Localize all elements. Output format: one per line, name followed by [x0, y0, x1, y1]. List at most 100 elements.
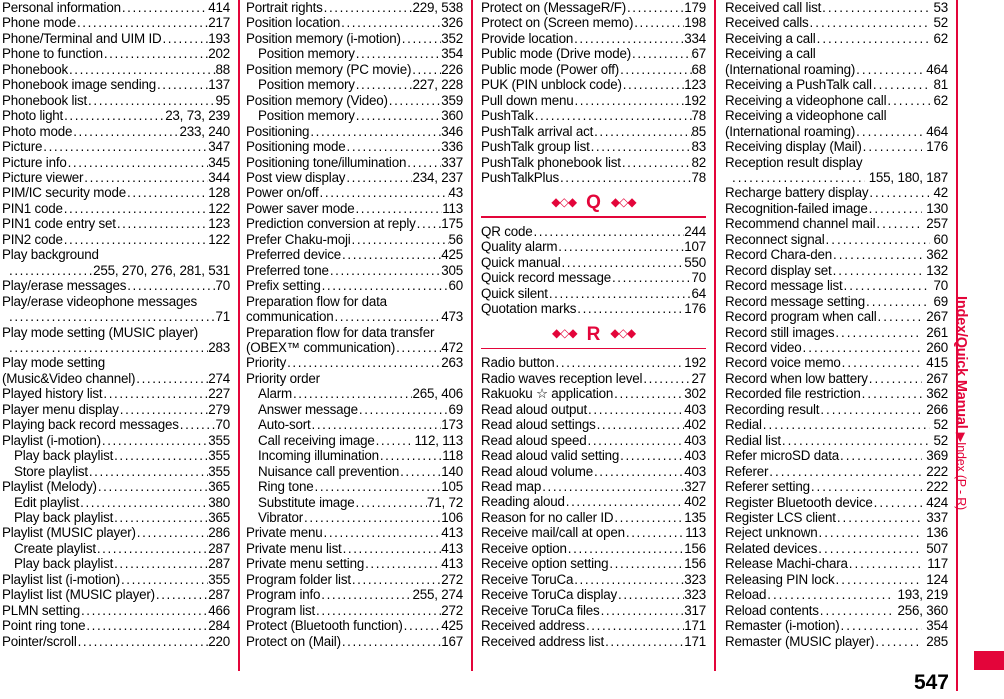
index-entry[interactable]: Private menu list.......................…: [246, 541, 463, 556]
index-entry[interactable]: Play back playlist......................…: [2, 510, 230, 525]
index-entry[interactable]: Redial list.............................…: [725, 433, 948, 448]
index-entry[interactable]: Position memory.........................…: [246, 46, 463, 61]
index-entry[interactable]: Positioning tone/illumination...........…: [246, 155, 463, 170]
index-entry[interactable]: Position memory.........................…: [246, 77, 463, 92]
index-entry[interactable]: Played history list.....................…: [2, 386, 230, 401]
index-entry[interactable]: Power on/off............................…: [246, 185, 463, 200]
index-entry[interactable]: Prediction conversion at reply..........…: [246, 216, 463, 231]
index-entry[interactable]: Release Machi-chara.....................…: [725, 556, 948, 571]
index-entry[interactable]: Quick silent............................…: [481, 286, 706, 301]
index-entry[interactable]: Position memory.........................…: [246, 108, 463, 123]
index-entry[interactable]: Read aloud valid setting................…: [481, 448, 706, 463]
index-entry[interactable]: Redial..................................…: [725, 417, 948, 432]
index-entry[interactable]: Ring tone...............................…: [246, 479, 463, 494]
index-entry[interactable]: Position memory (PC movie)..............…: [246, 62, 463, 77]
index-entry[interactable]: Record when low battery.................…: [725, 371, 948, 386]
index-entry[interactable]: Phonebook list..........................…: [2, 93, 230, 108]
index-entry[interactable]: Prefer Chaku-moji.......................…: [246, 232, 463, 247]
index-entry[interactable]: Record message setting..................…: [725, 294, 948, 309]
index-entry[interactable]: Reconnect signal........................…: [725, 232, 948, 247]
index-entry[interactable]: Photo light.............................…: [2, 108, 230, 123]
index-entry[interactable]: (OBEX™ communication)...................…: [246, 340, 463, 355]
index-entry[interactable]: Recommend channel mail..................…: [725, 216, 948, 231]
index-entry[interactable]: PushTalk phonebook list.................…: [481, 155, 706, 170]
index-entry[interactable]: Picture info............................…: [2, 155, 230, 170]
index-entry[interactable]: Reject unknown..........................…: [725, 525, 948, 540]
index-entry[interactable]: Received calls..........................…: [725, 15, 948, 30]
index-entry[interactable]: Receiving a videophone call.............…: [725, 93, 948, 108]
index-entry[interactable]: Play/erase messages.....................…: [2, 278, 230, 293]
index-entry[interactable]: Create playlist.........................…: [2, 541, 230, 556]
index-entry[interactable]: Post view display.......................…: [246, 170, 463, 185]
index-entry[interactable]: Reload..................................…: [725, 587, 948, 602]
index-entry[interactable]: Protect (Bluetooth function)............…: [246, 618, 463, 633]
index-entry[interactable]: PLMN setting............................…: [2, 603, 230, 618]
index-entry[interactable]: QR code.................................…: [481, 224, 706, 239]
index-entry[interactable]: PushTalk................................…: [481, 108, 706, 123]
index-entry[interactable]: Register Bluetooth device...............…: [725, 495, 948, 510]
index-entry[interactable]: Reason for no caller ID.................…: [481, 510, 706, 525]
index-entry[interactable]: Received address list...................…: [481, 634, 706, 649]
index-entry[interactable]: PushTalkPlus............................…: [481, 170, 706, 185]
index-entry[interactable]: PushTalk arrival act....................…: [481, 124, 706, 139]
index-entry[interactable]: PUK (PIN unblock code)..................…: [481, 77, 706, 92]
index-entry[interactable]: Receive ToruCa..........................…: [481, 572, 706, 587]
index-entry[interactable]: Remaster (MUSIC player).................…: [725, 634, 948, 649]
index-entry[interactable]: Referer setting.........................…: [725, 479, 948, 494]
index-entry[interactable]: Recorded file restriction...............…: [725, 386, 948, 401]
index-entry[interactable]: Phone/Terminal and UIM ID...............…: [2, 31, 230, 46]
index-entry[interactable]: Position memory (i-motion)..............…: [246, 31, 463, 46]
index-entry[interactable]: Read aloud speed........................…: [481, 433, 706, 448]
index-entry[interactable]: Remaster (i-motion).....................…: [725, 618, 948, 633]
index-entry[interactable]: Read map................................…: [481, 479, 706, 494]
index-entry[interactable]: Receiving display (Mail)................…: [725, 139, 948, 154]
index-entry[interactable]: Public mode (Drive mode)................…: [481, 46, 706, 61]
index-entry[interactable]: Substitute image........................…: [246, 495, 463, 510]
index-entry[interactable]: ........................................…: [2, 340, 230, 355]
index-entry[interactable]: Radio waves reception level.............…: [481, 371, 706, 386]
index-entry[interactable]: PIN1 code...............................…: [2, 201, 230, 216]
index-entry[interactable]: Play back playlist......................…: [2, 556, 230, 571]
index-entry[interactable]: Provide location........................…: [481, 31, 706, 46]
index-entry[interactable]: Point ring tone.........................…: [2, 618, 230, 633]
index-entry[interactable]: Phonebook...............................…: [2, 62, 230, 77]
index-entry[interactable]: Referer.................................…: [725, 464, 948, 479]
index-entry[interactable]: Recharge battery display................…: [725, 185, 948, 200]
index-entry[interactable]: Record video............................…: [725, 340, 948, 355]
index-entry[interactable]: Call receiving image....................…: [246, 433, 463, 448]
index-entry[interactable]: Private menu setting....................…: [246, 556, 463, 571]
index-entry[interactable]: Incoming illumination...................…: [246, 448, 463, 463]
index-entry[interactable]: Alarm...................................…: [246, 386, 463, 401]
index-entry[interactable]: Play back playlist......................…: [2, 448, 230, 463]
index-entry[interactable]: Positioning mode........................…: [246, 139, 463, 154]
index-entry[interactable]: Vibrator................................…: [246, 510, 463, 525]
index-entry[interactable]: Rakuoku ☆ application...................…: [481, 386, 706, 401]
index-entry[interactable]: Record voice memo.......................…: [725, 355, 948, 370]
index-entry[interactable]: Program list............................…: [246, 603, 463, 618]
index-entry[interactable]: PushTalk group list.....................…: [481, 139, 706, 154]
index-entry[interactable]: Record Chara-den........................…: [725, 247, 948, 262]
index-entry[interactable]: Register LCS client.....................…: [725, 510, 948, 525]
index-entry[interactable]: Playlist (i-motion).....................…: [2, 433, 230, 448]
index-entry[interactable]: Program info............................…: [246, 587, 463, 602]
index-entry[interactable]: Auto-sort...............................…: [246, 417, 463, 432]
index-entry[interactable]: Prefix setting..........................…: [246, 278, 463, 293]
index-entry[interactable]: Recording result........................…: [725, 402, 948, 417]
index-entry[interactable]: ........................................…: [2, 309, 230, 324]
index-entry[interactable]: PIN1 code entry set.....................…: [2, 216, 230, 231]
index-entry[interactable]: Refer microSD data......................…: [725, 448, 948, 463]
index-entry[interactable]: Receive mail/call at open...............…: [481, 525, 706, 540]
index-entry[interactable]: Portrait rights.........................…: [246, 0, 463, 15]
index-entry[interactable]: ........................................…: [2, 263, 230, 278]
index-entry[interactable]: (Music&Video channel)...................…: [2, 371, 230, 386]
index-entry[interactable]: Read aloud settings.....................…: [481, 417, 706, 432]
index-entry[interactable]: Releasing PIN lock......................…: [725, 572, 948, 587]
index-entry[interactable]: (International roaming).................…: [725, 62, 948, 77]
index-entry[interactable]: Pull down menu..........................…: [481, 93, 706, 108]
index-entry[interactable]: Reading aloud...........................…: [481, 494, 706, 509]
index-entry[interactable]: Protect on (MessageR/F).................…: [481, 0, 706, 15]
index-entry[interactable]: communication...........................…: [246, 309, 463, 324]
index-entry[interactable]: Receiving a call........................…: [725, 31, 948, 46]
index-entry[interactable]: Record still images.....................…: [725, 325, 948, 340]
index-entry[interactable]: (International roaming).................…: [725, 124, 948, 139]
